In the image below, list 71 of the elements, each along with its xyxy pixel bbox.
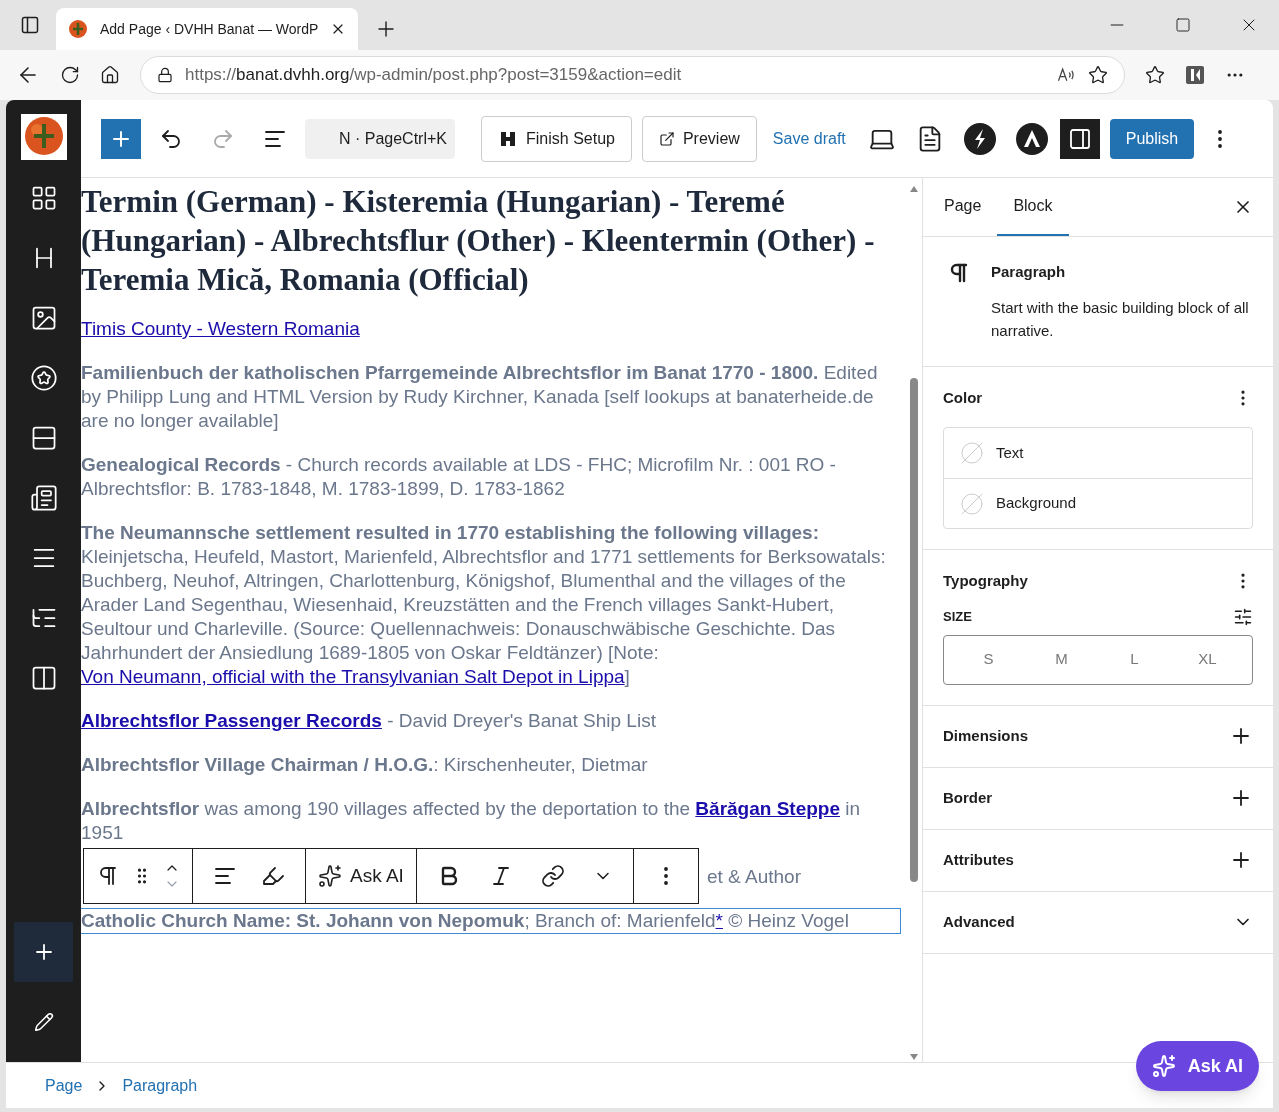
paragraph[interactable]: Albrechtsflor was among 190 villages affected by the deportation to the Bărăgan Steppe in 1951 [81,797,900,845]
sliders-icon[interactable] [1233,606,1253,627]
extension-icon[interactable] [1185,65,1205,85]
bolt-logo-icon[interactable] [963,122,996,155]
link-icon[interactable] [540,864,565,888]
paragraph[interactable]: Familienbuch der katholischen Pfarrgemeinde Albrechtsflor im Banat 1770 - 1800. Edited by Philipp Lung and HTML Version by Rudy Kirchner, Kanada [self lookups at banaterheide.de are no longer available] [81,361,900,433]
block-title: Paragraph [991,262,1067,282]
edit-icon[interactable] [33,1012,54,1032]
panel-tab[interactable]: Block [997,178,1069,236]
size-option[interactable]: L [1098,641,1171,678]
star-badge-icon[interactable] [29,364,58,392]
add-block-button[interactable] [101,118,141,159]
no-color-swatch-icon [960,491,984,516]
reload-icon[interactable] [60,65,80,85]
link[interactable]: Timis County - Western Romania [81,318,360,339]
color-option[interactable]: Text [944,428,1252,478]
letter-logo-icon[interactable] [1015,122,1048,155]
page-title[interactable]: Termin (German) - Kisteremia (Hungarian) - Teremé (Hungarian) - Albrechtsflur (Other) - Kleentermin (Other) - Teremia Mică, Romania (Official) [81,182,900,299]
url-text: https://banat.dvhh.org/wp-admin/post.php?post=3159&action=edit [185,64,683,87]
breadcrumb-link[interactable]: Page [45,1073,83,1098]
finish-setup-button[interactable]: Finish Setup [481,115,632,162]
external-link-icon [658,130,675,147]
size-option[interactable]: XL [1171,641,1244,678]
block-description: Start with the basic building block of all narrative. [991,297,1249,341]
size-option[interactable]: M [1025,641,1098,678]
link[interactable]: Bărăgan Steppe [695,798,840,819]
highlighter-icon[interactable] [261,864,285,888]
ask-ai-button[interactable]: Ask AI [1135,1041,1259,1091]
paragraph[interactable]: et & Author [707,865,801,889]
sparkle-icon [1151,1054,1176,1078]
tab-actions-icon[interactable] [20,15,40,35]
section-title: Typography [943,571,1028,591]
size-label: SIZE [943,607,972,626]
panel-tab[interactable]: Page [928,178,998,236]
section-toggle[interactable]: Dimensions [923,705,1273,768]
sparkle-icon [318,864,342,888]
save-draft-button[interactable]: Save draft [772,126,846,151]
no-color-swatch-icon [960,441,984,465]
favorite-star-icon[interactable] [1088,65,1108,85]
publish-button[interactable]: Publish [1109,118,1195,159]
section-toggle[interactable]: Border [923,767,1273,830]
paragraph[interactable]: Timis County - Western Romania [81,317,900,341]
size-option[interactable]: S [952,641,1025,678]
ask-ai-button[interactable]: Ask AI [306,849,417,903]
maximize-icon[interactable] [1175,17,1191,33]
lock-icon [157,67,173,83]
favorites-icon[interactable] [1145,65,1165,85]
site-logo-icon[interactable] [20,114,67,160]
card-icon[interactable] [29,484,58,512]
link[interactable]: Von Neumann, official with the Transylvanian Salt Depot in Lippa [81,666,625,687]
color-option[interactable]: Background [944,478,1252,528]
section-title: Color [943,387,983,408]
link[interactable]: Albrechtsflor Passenger Records [81,710,382,731]
sidebar-icon [1067,126,1092,151]
tab-title: Add Page ‹ DVHH Banat — WordP [100,19,319,39]
home-icon[interactable] [100,65,120,85]
paragraph[interactable]: Albrechtsflor Village Chairman / H.O.G.: Kirschenheuter, Dietmar [81,753,900,777]
settings-toggle[interactable] [1059,118,1100,159]
breadcrumb-link[interactable]: Paragraph [122,1073,198,1098]
site-logo-icon [68,19,88,39]
paragraph[interactable]: The Neumannsche settlement resulted in 1770 establishing the following villages: Kleinjetscha, Heufeld, Mastort, Marienfeld, Albrechtsflor and 1771 settlements for Berksowatals: Buchberg, Neuhof, Altringen, Charlottenburg, Königshof, Blumenthal and the villages of the Arader Land Segenthau, Wiesenhaid, Kreuzstätten and the French villages Sankt-Hubert, Seultour und Charleville. (Source: Quellennachweis: Donauschwäbische Geschichte. Das Jahrhundert der Ansiedlung 1689-1805 von Oskar Feldtänzer) [Note: Von Neumann, official with the Transylvanian Salt Depot in Lippa] [81,521,900,689]
command-search[interactable]: N · PageCtrl+K [305,118,455,159]
section-toggle[interactable]: Attributes [923,829,1273,892]
preview-button[interactable]: Preview [641,115,757,162]
section-toggle[interactable]: Advanced [923,891,1273,954]
paragraph[interactable]: Genealogical Records - Church records available at LDS - FHC; Microfilm Nr. : 001 RO - Albrechtsflor: B. 1783-1848, M. 1783-1899, D. 1783-1862 [81,453,900,501]
link[interactable]: * [715,910,723,931]
address-bar[interactable]: https://banat.dvhh.org/wp-admin/post.php?post=3159&action=edit [140,56,1125,94]
paragraph[interactable]: Catholic Church Name: St. Johann von Nepomuk; Branch of: Marienfeld* © Heinz Vogel [81,909,900,933]
browser-tab[interactable]: Add Page ‹ DVHH Banat — WordP [56,8,359,50]
paragraph[interactable]: Albrechtsflor Passenger Records - David Dreyer's Banat Ship List [81,709,900,733]
